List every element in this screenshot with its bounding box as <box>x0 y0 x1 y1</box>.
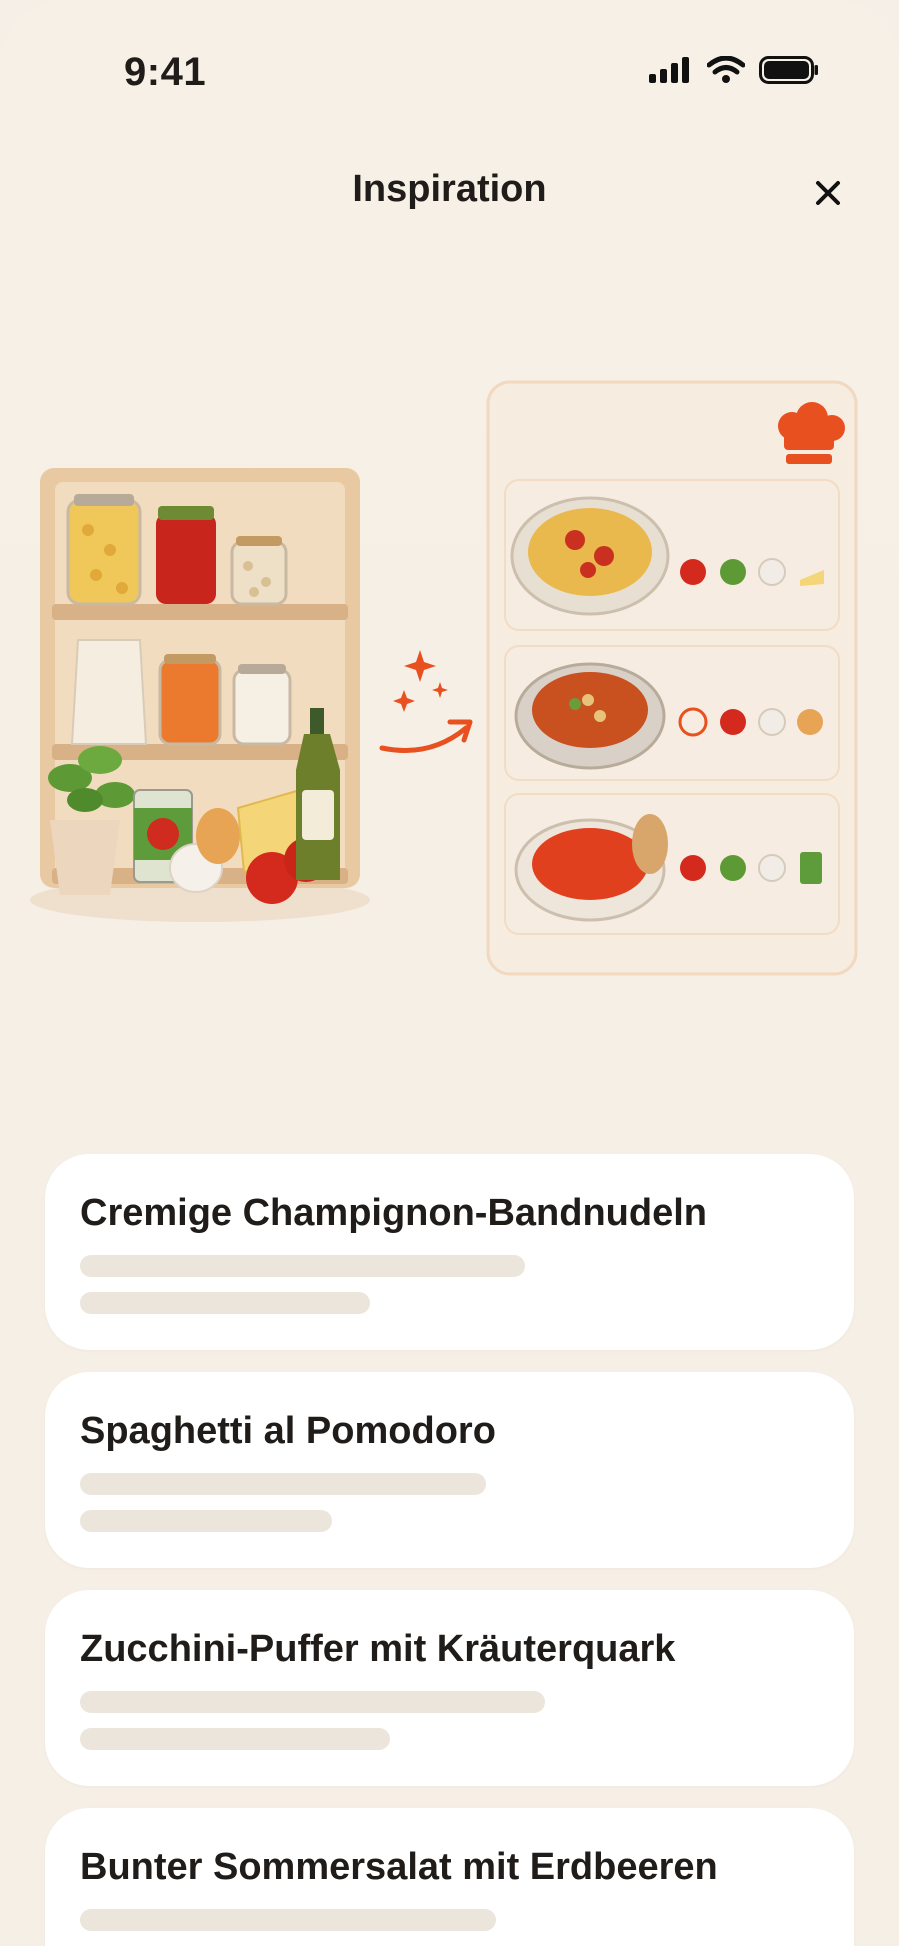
recipe-card[interactable]: Zucchini-Puffer mit Kräuterquark <box>45 1590 854 1786</box>
tomato-sauce-jar <box>156 506 216 604</box>
ingredient-basil <box>720 559 746 585</box>
ingredient-tomato <box>680 855 706 881</box>
curved-arrow-icon <box>379 719 473 753</box>
recipe-card[interactable]: Cremige Champignon-Bandnudeln <box>45 1154 854 1350</box>
skeleton-line <box>80 1909 496 1931</box>
ingredient-tomato <box>720 709 746 735</box>
battery-icon <box>759 56 818 84</box>
chickpea-jar <box>230 536 288 606</box>
pasta-jar <box>66 494 142 606</box>
lentil-jar <box>158 654 222 746</box>
sparkle-icon <box>393 650 448 712</box>
skeleton-line <box>80 1728 390 1750</box>
ingredient-tomato-can <box>800 852 822 884</box>
skeleton-line <box>80 1473 486 1495</box>
pantry-to-recipes-illustration <box>30 380 858 976</box>
recipe-title: Cremige Champignon-Bandnudeln <box>80 1192 707 1234</box>
recipe-card[interactable]: Bunter Sommersalat mit Erdbeeren <box>45 1808 854 1946</box>
status-icons <box>649 56 819 84</box>
recipe-list: Cremige Champignon-Bandnudeln Spaghetti … <box>45 1154 854 1946</box>
onion <box>196 808 240 864</box>
ingredient-garlic <box>758 558 786 586</box>
skeleton-line <box>80 1691 545 1713</box>
page-title: Inspiration <box>352 168 547 210</box>
recipe-title: Spaghetti al Pomodoro <box>80 1410 496 1452</box>
ingredient-basil <box>720 855 746 881</box>
ingredient-garlic <box>758 708 786 736</box>
close-icon <box>816 181 840 205</box>
recipe-title: Zucchini-Puffer mit Kräuterquark <box>80 1628 676 1670</box>
skeleton-line <box>80 1255 525 1277</box>
recipe-preview-panel <box>486 380 858 976</box>
skeleton-line <box>80 1292 370 1314</box>
ingredient-tomato <box>680 559 706 585</box>
ingredient-garlic <box>758 854 786 882</box>
wifi-icon <box>707 56 745 83</box>
recipe-title: Bunter Sommersalat mit Erdbeeren <box>80 1846 718 1888</box>
recipe-card[interactable]: Spaghetti al Pomodoro <box>45 1372 854 1568</box>
skeleton-line <box>80 1510 332 1532</box>
status-time: 9:41 <box>124 50 207 94</box>
app-screen: 9:41 Inspiration Cremige Champignon-Band… <box>0 0 899 1946</box>
flour-bag <box>70 639 148 745</box>
recipe-preview-soup <box>504 793 840 935</box>
ingredient-onion <box>797 709 823 735</box>
rice-jar <box>232 664 292 746</box>
signal-icon <box>649 57 689 83</box>
recipe-preview-spaghetti <box>504 479 840 631</box>
close-button[interactable] <box>803 168 853 218</box>
recipe-preview-stew <box>504 645 840 781</box>
